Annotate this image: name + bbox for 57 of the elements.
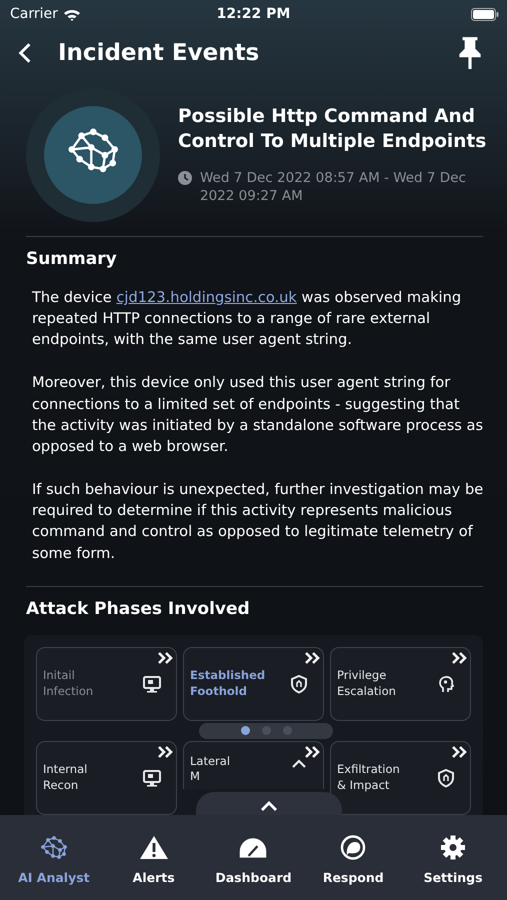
tab-item[interactable]: Respond (305, 815, 402, 900)
tab-item[interactable]: Alerts (106, 815, 202, 900)
phase-card[interactable]: Exfiltration & Impact (330, 740, 471, 815)
double-chevron-icon (451, 652, 467, 664)
monitor-icon (142, 768, 162, 788)
page-dot[interactable] (240, 726, 250, 736)
summary-paragraph: The device cjd123.holdingsinc.co.uk was observed making repeated HTTP connections to a range of rare external endpoints, with the same user agent string. (32, 288, 462, 350)
page-dot[interactable] (262, 726, 270, 736)
page-dot[interactable] (282, 726, 292, 736)
battery-icon (471, 8, 499, 20)
page-title: Incident Events (58, 40, 260, 66)
phase-label: Internal (43, 762, 88, 778)
warning-icon (138, 835, 169, 860)
double-chevron-icon (157, 746, 173, 758)
double-chevron-icon (304, 652, 320, 664)
summary-paragraph: Moreover, this device only used this user agent string for connections to a limited set of endpoints - suggesting that the activity was initiated by a standalone software process as opposed to a web browser. (32, 373, 484, 457)
tab-item[interactable]: Settings (405, 815, 502, 900)
phase-card[interactable]: Privilege Escalation (330, 646, 471, 721)
monitor-icon (142, 674, 162, 694)
phase-label: Recon (43, 778, 80, 794)
section-heading: Summary (26, 249, 118, 269)
double-chevron-icon (304, 746, 320, 758)
clock-icon (178, 170, 192, 185)
tab-item[interactable]: AI Analyst (6, 815, 102, 900)
phase-card[interactable]: Initail Infection (36, 646, 177, 721)
incident-title: Possible Http Command And Control To Multiple Endpoints (178, 104, 487, 154)
shield-icon (289, 674, 309, 694)
chevron-up-icon (259, 800, 279, 812)
section-heading: Attack Phases Involved (26, 598, 251, 619)
phase-card[interactable]: Internal Recon (36, 740, 177, 815)
double-chevron-icon (451, 746, 467, 758)
clock-time: 12:22 PM (216, 6, 290, 22)
head-icon (436, 674, 456, 694)
phase-card[interactable]: Established Foothold (183, 646, 324, 721)
phase-label: Established (190, 668, 266, 684)
network-icon (38, 835, 69, 860)
phase-label: Escalation (337, 684, 396, 700)
shield-icon (436, 768, 456, 788)
tab-item[interactable]: Dashboard (205, 815, 302, 900)
phase-label: Initail (43, 668, 76, 684)
carrier-label: Carrier (10, 6, 58, 22)
phase-label: & Impact (337, 778, 390, 794)
phase-label: Infection (43, 684, 94, 700)
phase-label: Exfiltration (337, 762, 400, 778)
phase-label: Foothold (190, 684, 248, 700)
chevron-left-icon (18, 42, 32, 64)
time-range: Wed 7 Dec 2022 08:57 AM - Wed 7 Dec 2022 09:27 AM (200, 168, 467, 206)
phase-label: M (190, 769, 201, 785)
double-chevron-icon (157, 652, 173, 664)
phase-label: Lateral (190, 754, 230, 770)
device-link[interactable]: cjd123.holdingsinc.co.uk (116, 289, 297, 306)
pin-icon (457, 36, 483, 70)
phase-label: Privilege (337, 668, 388, 684)
gauge-icon (238, 835, 268, 860)
wifi-icon (62, 8, 81, 20)
summary-paragraph: If such behaviour is unexpected, further investigation may be required to determine if this activity represents malicious command and control as opposed to legitimate telemetry of some form. (32, 480, 484, 564)
phase-card[interactable]: Lateral M (183, 740, 324, 789)
